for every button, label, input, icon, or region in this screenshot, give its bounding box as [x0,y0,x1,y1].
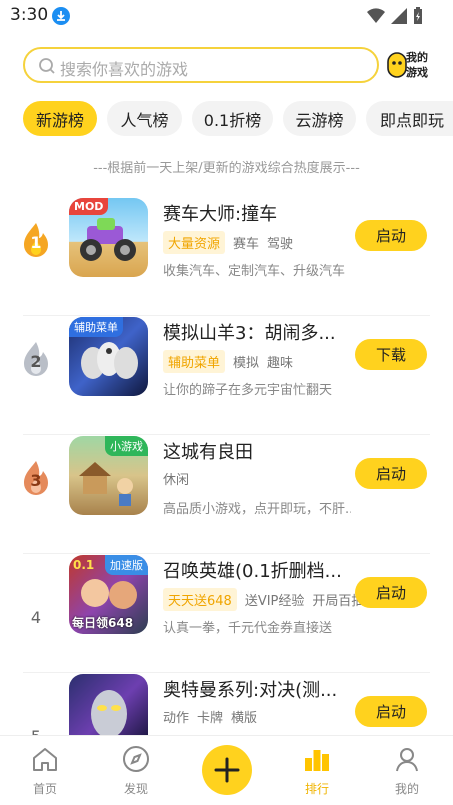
highlight-tag: 大量资源 [163,231,226,254]
nav-profile[interactable]: 我的 [377,744,437,797]
divider [23,553,430,554]
nav-label: 排行 [304,782,329,796]
search-placeholder: 搜索你喜欢的游戏 [60,60,189,79]
game-title[interactable]: 奥特曼系列:对决(测... [163,676,337,702]
game-tags: 大量资源 赛车 驾驶 [163,231,293,254]
ranking-tabs: 新游榜 人气榜 0.1折榜 云游榜 即点即玩 [0,101,453,137]
compass-icon [123,746,149,772]
tag: 动作 [163,711,190,726]
highlight-tag: 辅助菜单 [163,350,226,373]
game-badge: MOD [69,198,109,215]
game-description: 高品质小游戏，点开即玩，不肝... [163,502,351,517]
search-bar: 搜索你喜欢的游戏 我的 游戏 [0,45,453,85]
launch-button[interactable]: 启动 [355,696,427,727]
nav-label: 发现 [123,782,148,796]
tab-popular[interactable]: 人气榜 [107,101,182,136]
bottom-nav: 首页 发现 排行 我的 [0,735,453,805]
divider [23,434,430,435]
game-badge: 加速版 [105,555,148,575]
game-tags: 休闲 [163,469,189,488]
game-description: 让你的蹄子在多元宇宙忙翻天 [163,383,333,398]
tab-discount[interactable]: 0.1折榜 [192,101,273,136]
search-icon [39,58,55,74]
signal-icon [391,8,407,24]
search-input[interactable]: 搜索你喜欢的游戏 [23,47,379,83]
launch-button[interactable]: 启动 [355,577,427,608]
list-item[interactable]: 4 0.1 每日领648 加速版 召唤英雄(0.1折删档... 天天送648 送… [0,555,453,673]
rank: 5 [20,697,52,746]
plus-icon [214,757,240,783]
tag: 送VIP经验 [244,594,305,609]
game-tags: 辅助菜单 模拟 趣味 [163,350,293,373]
add-button[interactable] [202,745,252,795]
game-title[interactable]: 赛车大师:撞车 [163,200,277,226]
ranking-icon [305,750,329,771]
nav-home[interactable]: 首页 [15,744,75,797]
game-icon[interactable]: MOD [69,198,148,277]
my-games-label-2: 游戏 [406,66,428,79]
game-title[interactable]: 这城有良田 [163,438,253,464]
nav-discover[interactable]: 发现 [106,744,166,797]
game-tags: 动作 卡牌 横版 [163,707,257,726]
thumb-text: 每日领648 [72,616,134,630]
highlight-tag: 天天送648 [163,588,237,611]
download-icon [52,7,70,25]
tag: 休闲 [163,473,190,488]
game-icon[interactable]: 辅助菜单 [69,317,148,396]
rank-gold-flame-icon: 1 [20,221,52,261]
list-item[interactable]: 2 辅助菜单 模拟山羊3：胡闹多... 辅助菜单 模拟 趣味 让你的蹄子在多元宇… [0,317,453,435]
tab-cloud[interactable]: 云游榜 [283,101,356,136]
game-description: 收集汽车、定制汽车、升级汽车 [163,264,346,279]
tab-instant-play[interactable]: 即点即玩 [366,101,453,136]
game-icon[interactable]: 小游戏 [69,436,148,515]
status-bar: 3:30 [0,0,453,30]
ranking-note: ---根据前一天上架/更新的游戏综合热度展示--- [93,161,360,176]
rank-number: 4 [30,608,42,627]
game-title[interactable]: 召唤英雄(0.1折删档... [163,557,342,583]
rank-number: 1 [30,233,42,252]
home-icon [33,748,57,771]
rank: 4 [20,578,52,627]
download-button[interactable]: 下载 [355,339,427,370]
launch-button[interactable]: 启动 [355,220,427,251]
gamepad-icon [387,52,407,78]
tag: 赛车 [233,237,260,252]
nav-label: 首页 [32,782,57,796]
nav-ranking[interactable]: 排行 [287,744,347,797]
rank-bronze-flame-icon: 3 [20,459,52,499]
rank-silver-flame-icon: 2 [20,340,52,380]
my-games-button[interactable]: 我的 游戏 [387,49,435,81]
divider [23,315,430,316]
tag: 驾驶 [267,237,294,252]
game-description: 认真一拳，千元代金券直接送 [163,621,333,636]
game-icon[interactable]: 0.1 每日领648 加速版 [69,555,148,634]
tag: 横版 [231,711,258,726]
game-tags: 天天送648 送VIP经验 开局百抽 [163,588,364,611]
game-title[interactable]: 模拟山羊3：胡闹多... [163,319,336,345]
rank-number: 2 [30,352,42,371]
tag: 趣味 [267,356,294,371]
list-item[interactable]: 1 MOD 赛车大师:撞车 大量资源 赛车 驾驶 收集汽车、定制汽车、升级汽车 … [0,198,453,316]
tag: 卡牌 [197,711,224,726]
thumb-text: 0.1 [73,558,95,572]
status-time: 3:30 [10,5,49,25]
tag: 模拟 [233,356,260,371]
game-badge: 辅助菜单 [69,317,123,337]
profile-icon [396,748,418,772]
wifi-icon [367,8,385,23]
game-badge: 小游戏 [105,436,148,456]
list-item[interactable]: 3 小游戏 这城有良田 休闲 高品质小游戏，点开即玩，不肝... 启动 [0,436,453,554]
nav-label: 我的 [394,782,419,796]
tab-new-games[interactable]: 新游榜 [23,101,97,136]
my-games-label-1: 我的 [406,51,428,64]
rank-number: 3 [30,471,42,490]
launch-button[interactable]: 启动 [355,458,427,489]
battery-icon [414,7,422,24]
divider [23,672,430,673]
